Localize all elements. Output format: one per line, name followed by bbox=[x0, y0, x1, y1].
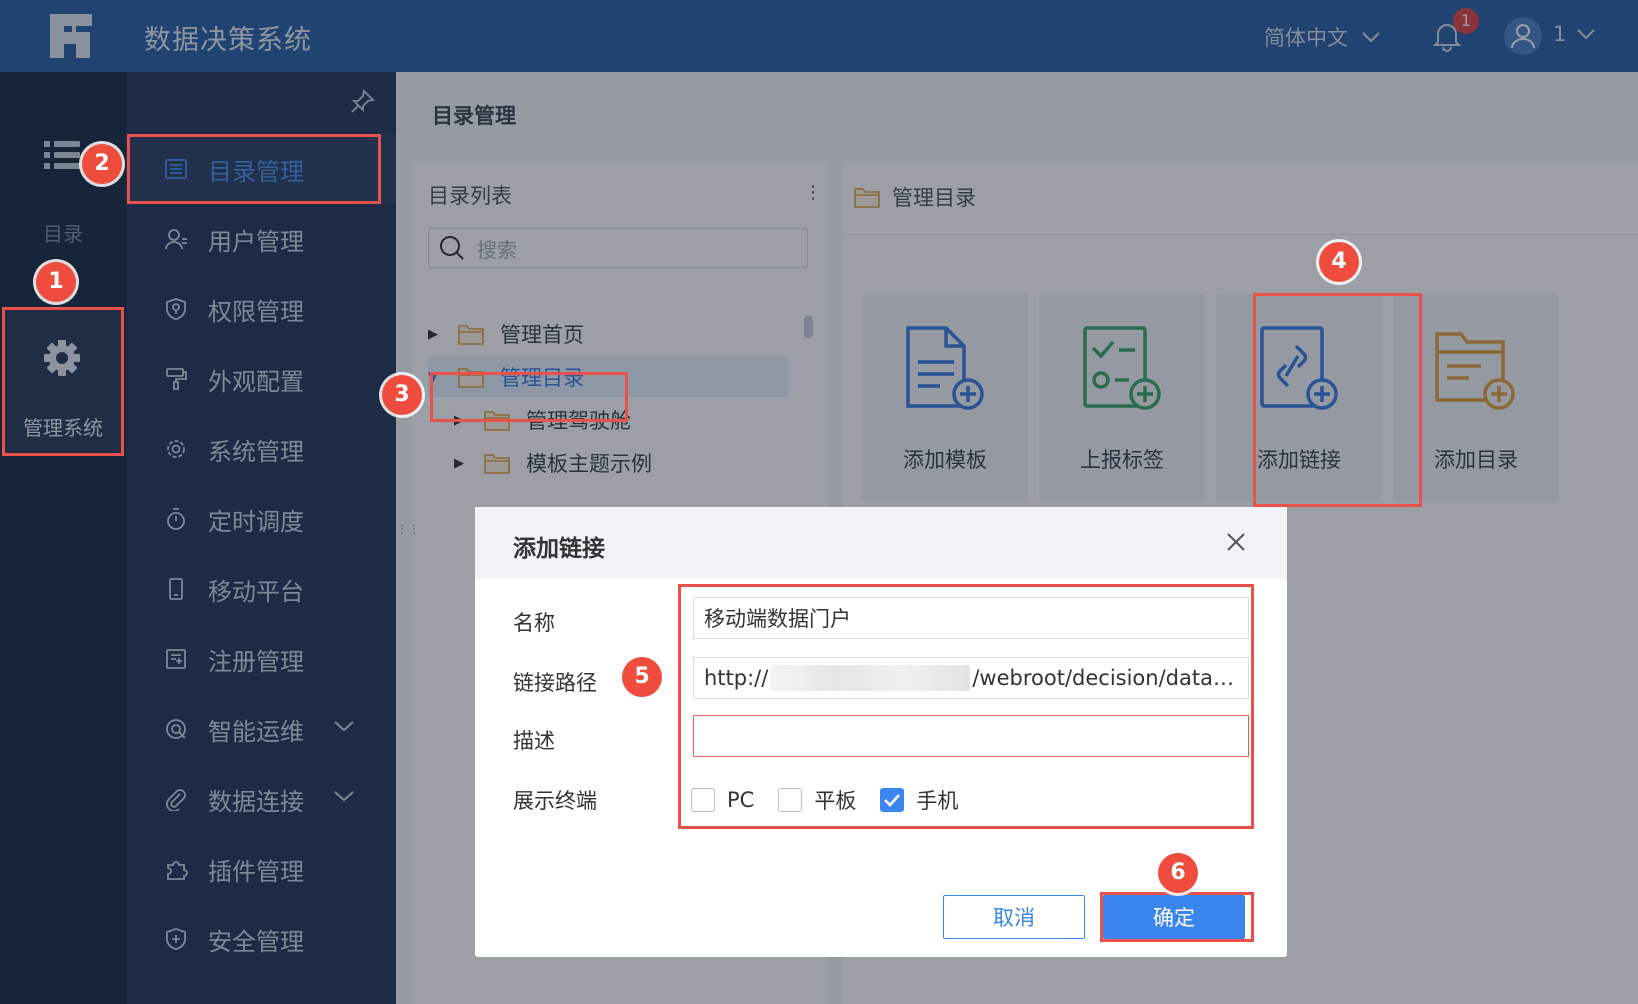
name-label: 名称 bbox=[513, 611, 555, 635]
cancel-button[interactable]: 取消 bbox=[943, 895, 1085, 939]
phone-checkbox[interactable] bbox=[880, 788, 905, 812]
pc-checkbox[interactable] bbox=[691, 788, 715, 812]
pc-label: PC bbox=[727, 788, 755, 812]
terminal-options: PC 平板 手机 bbox=[691, 785, 982, 815]
add-link-dialog: 添加链接 名称 移动端数据门户 链接路径 http:// /webroot/de… bbox=[475, 507, 1287, 957]
name-field[interactable]: 移动端数据门户 bbox=[693, 597, 1249, 639]
name-value: 移动端数据门户 bbox=[704, 607, 851, 631]
description-label: 描述 bbox=[513, 729, 555, 753]
step-badge: 2 bbox=[82, 144, 122, 184]
step-badge: 5 bbox=[622, 657, 662, 697]
path-label: 链接路径 bbox=[513, 671, 597, 695]
step-badge: 6 bbox=[1158, 853, 1198, 893]
step-badge: 1 bbox=[36, 262, 76, 302]
path-prefix: http:// bbox=[704, 666, 769, 690]
close-icon[interactable] bbox=[1225, 531, 1247, 553]
tablet-checkbox[interactable] bbox=[778, 788, 803, 812]
confirm-button[interactable]: 确定 bbox=[1103, 895, 1245, 939]
dialog-header: 添加链接 bbox=[475, 507, 1287, 579]
dialog-title: 添加链接 bbox=[513, 536, 605, 562]
path-suffix: /webroot/decision/data… bbox=[972, 666, 1234, 690]
link-path-field[interactable]: http:// /webroot/decision/data… bbox=[693, 657, 1249, 699]
phone-label: 手机 bbox=[916, 789, 959, 813]
step-badge: 4 bbox=[1319, 242, 1359, 282]
terminal-label: 展示终端 bbox=[513, 789, 597, 813]
tablet-label: 平板 bbox=[814, 789, 857, 813]
step-badge: 3 bbox=[382, 375, 422, 415]
description-field[interactable] bbox=[693, 715, 1249, 757]
checkmark-icon bbox=[884, 794, 901, 807]
redacted-host bbox=[770, 665, 971, 691]
